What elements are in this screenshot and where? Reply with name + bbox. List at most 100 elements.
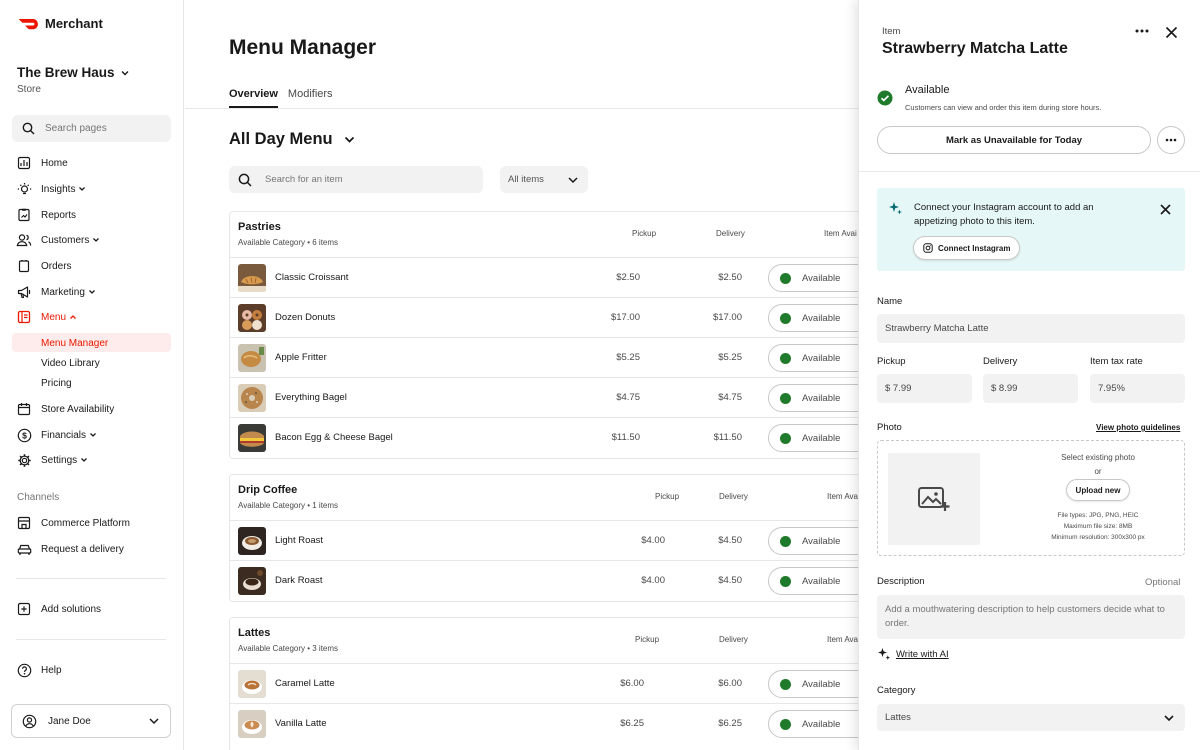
lightbulb-icon	[17, 182, 31, 194]
items-filter-select[interactable]: All items	[500, 166, 588, 193]
tax-rate-label: Item tax rate	[1090, 356, 1143, 367]
table-row[interactable]: Everything Bagel $4.75 $4.75 Available	[230, 378, 858, 418]
sidebar-item-home[interactable]: Home	[16, 153, 68, 173]
availability-label: Available	[802, 432, 841, 444]
category-select[interactable]: Lattes	[877, 704, 1185, 731]
availability-toggle[interactable]: Available	[768, 344, 858, 372]
table-row[interactable]: Vanilla Latte $6.25 $6.25 Available	[230, 704, 858, 744]
delivery-price-input[interactable]	[983, 374, 1078, 403]
item-thumbnail	[238, 567, 266, 595]
sidebar-item-orders[interactable]: Orders	[16, 256, 72, 276]
column-header-delivery: Delivery	[719, 492, 748, 501]
check-circle-icon	[877, 90, 893, 106]
sidebar-item-label: Commerce Platform	[41, 517, 130, 529]
sidebar-item-help[interactable]: Help	[16, 660, 62, 680]
instagram-icon	[923, 243, 933, 253]
upload-new-button[interactable]: Upload new	[1065, 479, 1131, 501]
select-existing-photo[interactable]: Select existing photo	[1018, 453, 1178, 462]
availability-toggle[interactable]: Available	[768, 527, 858, 555]
sidebar-item-store-availability[interactable]: Store Availability	[16, 399, 114, 419]
item-thumbnail	[238, 264, 266, 292]
availability-label: Available	[802, 272, 841, 284]
close-icon[interactable]	[1157, 201, 1173, 217]
calendar-icon	[17, 403, 31, 416]
status-dot-icon	[780, 392, 791, 404]
divider	[16, 578, 166, 579]
availability-toggle[interactable]: Available	[768, 264, 858, 292]
table-row[interactable]: Classic Croissant $2.50 $2.50 Available	[230, 258, 858, 298]
megaphone-icon	[17, 286, 30, 299]
main-content: Menu Manager Overview Modifiers All Day …	[185, 0, 858, 750]
sidebar-item-customers[interactable]: Customers	[16, 230, 100, 250]
sidebar-item-reports[interactable]: Reports	[16, 205, 76, 225]
tab-modifiers[interactable]: Modifiers	[288, 88, 333, 108]
sidebar-item-label: Customers	[41, 234, 90, 246]
sidebar-item-request-delivery[interactable]: Request a delivery	[16, 539, 124, 559]
tab-overview[interactable]: Overview	[229, 88, 278, 108]
category-meta: Available Category • 3 items	[238, 644, 339, 653]
sidebar-item-commerce-platform[interactable]: Commerce Platform	[16, 513, 130, 533]
availability-more-button[interactable]	[1157, 126, 1185, 154]
item-thumbnail	[238, 710, 266, 738]
connect-instagram-button[interactable]: Connect Instagram	[913, 236, 1021, 260]
sidebar-search-input[interactable]	[45, 123, 155, 134]
availability-toggle[interactable]: Available	[768, 304, 858, 332]
tax-rate-input[interactable]	[1090, 374, 1185, 403]
sidebar-item-label: Insights	[41, 183, 76, 195]
sidebar: Merchant The Brew Haus Store Home Insigh…	[0, 0, 184, 750]
table-row[interactable]: Dozen Donuts $17.00 $17.00 Available	[230, 298, 858, 338]
sidebar-search[interactable]	[12, 115, 171, 142]
drawer-label: Item	[882, 26, 901, 37]
availability-toggle[interactable]: Available	[768, 710, 858, 738]
user-menu[interactable]: Jane Doe	[11, 704, 171, 738]
sidebar-item-add-solutions[interactable]: Add solutions	[16, 599, 101, 619]
table-row[interactable]: Caramel Latte $6.00 $6.00 Available	[230, 664, 858, 704]
table-row[interactable]: Light Roast $4.00 $4.50 Available	[230, 521, 858, 561]
availability-toggle[interactable]: Available	[768, 424, 858, 452]
availability-toggle[interactable]: Available	[768, 670, 858, 698]
store-switcher[interactable]: The Brew Haus Store	[17, 65, 130, 95]
item-detail-drawer: Item Strawberry Matcha Latte Available C…	[858, 0, 1200, 750]
chevron-down-icon	[149, 718, 159, 725]
name-input[interactable]	[877, 314, 1185, 343]
menu-selector[interactable]: All Day Menu	[229, 130, 356, 149]
status-dot-icon	[780, 718, 791, 730]
customers-icon	[16, 234, 32, 247]
availability-toggle[interactable]: Available	[768, 384, 858, 412]
table-row[interactable]: Apple Fritter $5.25 $5.25 Available	[230, 338, 858, 378]
write-with-ai-link[interactable]: Write with AI	[877, 647, 949, 661]
sidebar-item-insights[interactable]: Insights	[16, 179, 86, 199]
category-header[interactable]: Drip Coffee Available Category • 1 items…	[230, 475, 858, 521]
sidebar-item-settings[interactable]: Settings	[16, 450, 88, 470]
availability-description: Customers can view and order this item d…	[905, 103, 1102, 112]
column-header-availability: Item Avai	[827, 492, 858, 501]
availability-label: Available	[802, 392, 841, 404]
sidebar-item-marketing[interactable]: Marketing	[16, 282, 96, 302]
availability-toggle[interactable]: Available	[768, 567, 858, 595]
sidebar-subitem-video-library[interactable]: Video Library	[41, 354, 100, 372]
category-header[interactable]: Lattes Available Category • 3 items Pick…	[230, 618, 858, 664]
max-size-text: Maximum file size: 8MB	[1063, 523, 1133, 530]
sidebar-item-menu[interactable]: Menu	[16, 307, 77, 327]
plus-square-icon	[17, 602, 31, 616]
description-textarea[interactable]	[877, 595, 1185, 639]
photo-dropzone[interactable]: Select existing photo or Upload new File…	[877, 440, 1185, 556]
brand-name: Merchant	[45, 16, 103, 31]
tabs-divider	[185, 108, 858, 109]
category-header[interactable]: Pastries Available Category • 6 items Pi…	[230, 212, 858, 258]
sidebar-subitem-pricing[interactable]: Pricing	[41, 374, 72, 392]
table-row[interactable]: Dark Roast $4.00 $4.50 Available	[230, 561, 858, 601]
item-name: Light Roast	[275, 535, 324, 546]
sidebar-item-financials[interactable]: $ Financials	[16, 425, 97, 445]
more-options-icon[interactable]	[1133, 24, 1151, 40]
mark-unavailable-button[interactable]: Mark as Unavailable for Today	[877, 126, 1151, 154]
brand-logo[interactable]: Merchant	[18, 16, 103, 31]
pickup-price-input[interactable]	[877, 374, 972, 403]
channels-heading: Channels	[17, 492, 60, 503]
sidebar-subitem-menu-manager[interactable]: Menu Manager	[41, 334, 108, 352]
close-icon[interactable]	[1161, 22, 1181, 42]
table-row[interactable]: Bacon Egg & Cheese Bagel $11.50 $11.50 A…	[230, 418, 858, 458]
photo-guidelines-link[interactable]: View photo guidelines	[1096, 423, 1180, 432]
item-search-input[interactable]	[265, 174, 465, 185]
item-search[interactable]	[229, 166, 483, 193]
